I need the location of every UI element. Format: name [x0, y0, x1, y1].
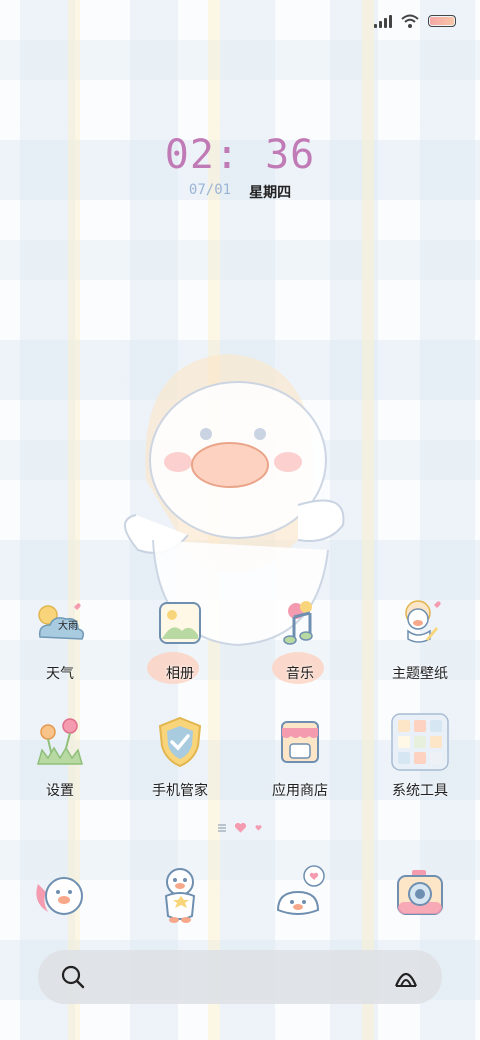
app-theme[interactable]: 主题壁纸 — [360, 595, 480, 683]
app-weather[interactable]: 大雨 天气 — [0, 595, 120, 683]
dock-phone[interactable] — [0, 862, 120, 926]
dock-messages[interactable] — [240, 862, 360, 926]
clock-date: 07/01 — [188, 182, 232, 198]
page-indicator[interactable] — [0, 822, 480, 834]
app-gallery[interactable]: 相册 — [120, 595, 240, 683]
lock-clock[interactable]: 02: 36 07/01 星期四 — [0, 132, 480, 202]
app-label: 设置 — [46, 783, 74, 799]
phone-duck-icon — [36, 877, 83, 915]
dock-camera[interactable] — [360, 862, 480, 926]
clock-time: 02: 36 — [164, 132, 316, 178]
app-system-tools[interactable]: 系统工具 — [360, 712, 480, 800]
app-settings[interactable]: 设置 — [0, 712, 120, 800]
dock — [0, 862, 480, 926]
heart-page-dot-active — [234, 822, 247, 833]
app-label: 系统工具 — [392, 783, 448, 799]
weather-badge: 大雨 — [58, 619, 78, 632]
search-icon[interactable] — [60, 964, 86, 990]
security-shield-icon — [158, 716, 202, 768]
app-store-icon — [281, 721, 319, 763]
assistant-icon[interactable] — [392, 964, 420, 990]
search-bar[interactable] — [38, 950, 442, 1004]
dock-contacts[interactable] — [120, 862, 240, 926]
wifi-icon — [401, 14, 419, 28]
signal-icon — [374, 14, 392, 28]
app-label: 主题壁纸 — [392, 666, 448, 682]
menu-lines-icon — [218, 824, 226, 832]
heart-page-dot — [255, 825, 262, 831]
app-label: 应用商店 — [272, 783, 328, 799]
system-tools-folder-icon — [391, 713, 449, 771]
app-label: 天气 — [46, 666, 74, 682]
app-music[interactable]: 音乐 — [240, 595, 360, 683]
messages-duck-icon — [276, 865, 325, 915]
status-bar — [374, 10, 456, 32]
contacts-duck-icon — [164, 868, 196, 923]
app-security[interactable]: 手机管家 — [120, 712, 240, 800]
weather-icon: 大雨 — [38, 603, 85, 640]
camera-icon — [397, 870, 443, 915]
app-label: 音乐 — [286, 666, 314, 682]
app-label: 相册 — [166, 666, 194, 682]
music-icon — [283, 601, 313, 645]
gallery-icon — [159, 602, 201, 644]
theme-icon — [405, 600, 441, 643]
battery-icon — [428, 15, 456, 27]
app-label: 手机管家 — [152, 783, 208, 799]
app-store[interactable]: 应用商店 — [240, 712, 360, 800]
settings-flower-icon — [37, 718, 83, 765]
clock-weekday: 星期四 — [249, 185, 292, 201]
